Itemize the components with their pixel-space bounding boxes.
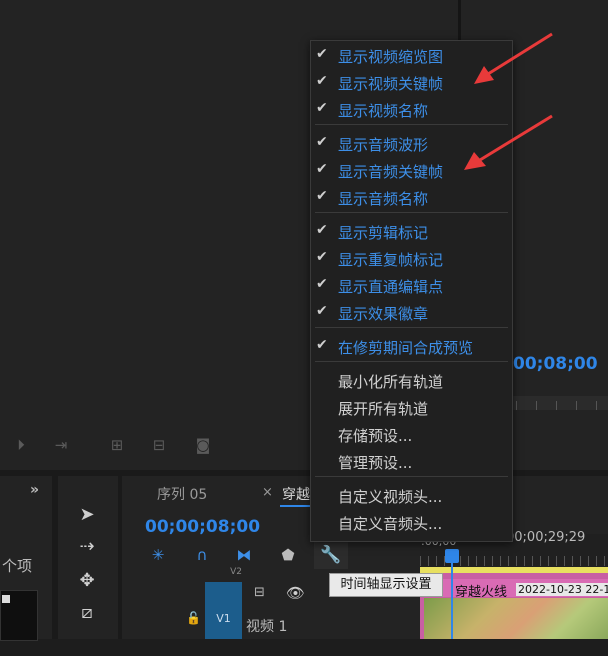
snap-magnet-icon[interactable]: ∩: [190, 544, 214, 566]
playhead-line: [451, 560, 453, 639]
menu-item[interactable]: ✔ 显示重复帧标记: [311, 246, 512, 272]
nest-toggle-icon[interactable]: ✳: [146, 544, 170, 566]
menu-separator: [315, 361, 508, 362]
check-icon: ✔: [316, 73, 328, 89]
menu-item[interactable]: ✔ 显示剪辑标记: [311, 219, 512, 245]
check-icon: ✔: [316, 161, 328, 177]
menu-item[interactable]: ✔ 显示效果徽章: [311, 300, 512, 326]
add-marker-icon[interactable]: ⬟: [276, 544, 300, 566]
check-icon: ✔: [316, 276, 328, 292]
track-name: 视频 1: [246, 619, 288, 635]
menu-item-label: 展开所有轨道: [338, 400, 429, 418]
annotation-arrow-bottom: [464, 114, 553, 170]
menu-item-label: 显示视频缩览图: [338, 48, 444, 66]
menu-item-label: 存储预设...: [338, 427, 413, 445]
active-tab-indicator: [280, 505, 312, 507]
go-to-out-icon[interactable]: ⇥: [48, 434, 74, 456]
menu-item-label: 显示音频波形: [338, 136, 429, 154]
overwrite-icon[interactable]: ⊟: [146, 434, 172, 456]
tools-panel: ➤ ⇢ ✥ ⧄: [58, 476, 118, 639]
tab-close-icon[interactable]: ×: [262, 485, 273, 500]
sequence-icon: [2, 595, 10, 603]
project-thumbnail[interactable]: [0, 590, 38, 641]
eye-icon[interactable]: 👁: [286, 584, 305, 602]
menu-item-label: 自定义音频头...: [338, 515, 443, 533]
razor-icon[interactable]: ⧄: [74, 600, 100, 626]
sync-lock-icon[interactable]: ⊟: [254, 585, 265, 600]
check-icon: ✔: [316, 134, 328, 150]
tab-active-sequence[interactable]: 穿越: [282, 484, 310, 504]
linked-selection-icon[interactable]: ⧓: [232, 544, 256, 566]
menu-item[interactable]: 管理预设...: [311, 449, 512, 475]
menu-item-label: 显示音频关键帧: [338, 163, 444, 181]
playhead[interactable]: [445, 549, 459, 563]
ruler-timecode: 00;00;29;29: [506, 530, 586, 545]
menu-item-label: 显示剪辑标记: [338, 224, 429, 242]
insert-icon[interactable]: ⊞: [104, 434, 130, 456]
items-count-label: 个项: [2, 557, 33, 575]
check-icon: ✔: [316, 222, 328, 238]
tab-sequence-05[interactable]: 序列 05: [157, 484, 207, 504]
menu-item[interactable]: ✔ 显示音频名称: [311, 185, 512, 211]
track-v1-target[interactable]: V1: [205, 582, 242, 639]
check-icon: ✔: [316, 188, 328, 204]
selection-arrow-icon[interactable]: ➤: [74, 502, 100, 528]
menu-item-label: 显示视频关键帧: [338, 75, 444, 93]
track-v2-label: V2: [230, 567, 242, 577]
menu-item[interactable]: ✔ 在修剪期间合成预览: [311, 334, 512, 360]
sequence-timecode[interactable]: 00;00;08;00: [145, 517, 260, 537]
panel-overflow-icon[interactable]: »: [30, 482, 39, 498]
monitor-scrub-bar[interactable]: [510, 396, 608, 410]
wrench-icon[interactable]: 🔧: [314, 541, 348, 569]
check-icon: ✔: [316, 46, 328, 62]
menu-item-label: 最小化所有轨道: [338, 373, 444, 391]
menu-separator: [315, 327, 508, 328]
check-icon: ✔: [316, 303, 328, 319]
menu-item-label: 显示直通编辑点: [338, 278, 444, 296]
menu-item-label: 显示效果徽章: [338, 305, 429, 323]
menu-item-label: 显示音频名称: [338, 190, 429, 208]
menu-separator: [315, 476, 508, 477]
annotation-arrow-top: [474, 32, 553, 84]
clip-date: 2022-10-23 22-1: [516, 583, 608, 596]
clip-title: 穿越火线: [455, 585, 508, 600]
menu-item[interactable]: 自定义音频头...: [311, 510, 512, 536]
check-icon: ✔: [316, 249, 328, 265]
menu-item[interactable]: 自定义视频头...: [311, 483, 512, 509]
menu-item[interactable]: 最小化所有轨道: [311, 368, 512, 394]
menu-item-label: 显示重复帧标记: [338, 251, 444, 269]
check-icon: ✔: [316, 100, 328, 116]
camera-icon[interactable]: ◙: [190, 434, 216, 456]
ripple-edit-icon[interactable]: ✥: [74, 568, 100, 594]
menu-item-label: 在修剪期间合成预览: [338, 339, 474, 357]
menu-item[interactable]: 存储预设...: [311, 422, 512, 448]
step-forward-icon[interactable]: ⏵: [8, 434, 34, 456]
menu-separator: [315, 212, 508, 213]
tooltip: 时间轴显示设置: [329, 573, 443, 597]
monitor-timecode[interactable]: 00;08;00: [513, 354, 598, 374]
menu-item[interactable]: ✔ 显示直通编辑点: [311, 273, 512, 299]
menu-item-label: 自定义视频头...: [338, 488, 443, 506]
lock-icon[interactable]: 🔓: [186, 611, 201, 625]
check-icon: ✔: [316, 337, 328, 353]
track-select-forward-icon[interactable]: ⇢: [74, 534, 100, 560]
menu-item[interactable]: 展开所有轨道: [311, 395, 512, 421]
menu-item-label: 显示视频名称: [338, 102, 429, 120]
menu-item-label: 管理预设...: [338, 454, 413, 472]
